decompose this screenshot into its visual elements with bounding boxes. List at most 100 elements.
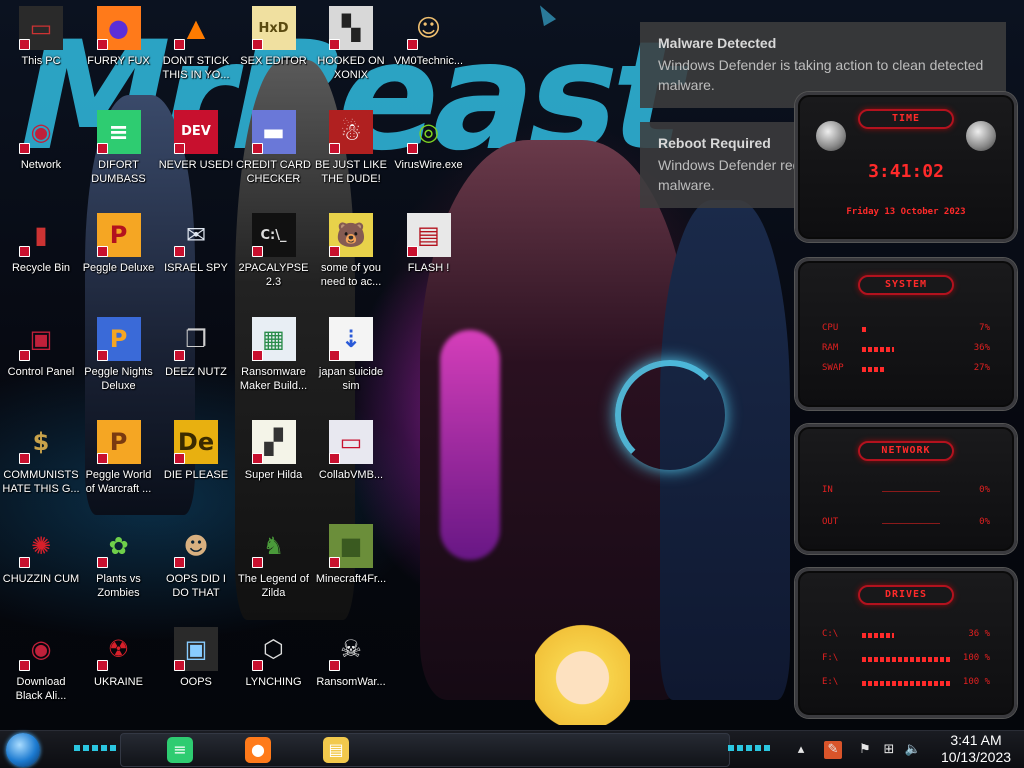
app-icon: ☠ [329,627,373,671]
shortcut-badge-icon [329,39,340,50]
desktop-icon-furry-fux[interactable]: ● FURRY FUX [80,0,158,100]
shortcut-badge-icon [96,556,108,568]
app-icon: ❐ [174,317,218,361]
desktop-icon-israel-spy[interactable]: ✉ ISRAEL SPY [157,207,235,307]
desktop-icon-flash[interactable]: ▤ FLASH ! [390,207,468,307]
desktop-icon-vm0technic[interactable]: ☺ VM0Technic... [390,0,468,100]
desktop-icon-this-pc[interactable]: ▭ This PC [2,0,80,100]
desktop-icon-japan-suicide-sim[interactable]: ⇣ japan suicide sim [312,311,390,411]
desktop-icon-lynching[interactable]: ⬡ LYNCHING [235,621,313,721]
desktop-icon-ransomware-maker-build[interactable]: ▦ Ransomware Maker Build... [235,311,313,411]
network-icon[interactable]: ⊞ [880,741,898,759]
volume-icon[interactable]: 🔈 [904,741,922,759]
widget-row-value: 27% [973,363,990,373]
shortcut-badge-icon [251,660,263,671]
shortcut-badge-icon [251,142,263,154]
taskbar-file-explorer-button[interactable]: ▤ [318,734,354,766]
desktop-icon-communists-hate-this-g[interactable]: $ COMMUNISTS HATE THIS G... [2,414,80,514]
taskbar-app-green-button[interactable]: ≡ [162,734,198,766]
desktop-icon-label: Ransomware Maker Build... [239,365,308,392]
desktop-icon-label: This PC [21,55,61,67]
usage-bar-fill [862,347,894,352]
chevron-up-icon[interactable]: ▴ [792,741,810,759]
desktop-icon-be-just-like-the-dude[interactable]: ☃ BE JUST LIKE THE DUDE! [312,104,390,204]
desktop-icon-label: japan suicide sim [318,365,384,392]
desktop-icon-label: OOPS DID I DO THAT [166,572,226,599]
widget-row-value: 0% [979,485,990,495]
widget-row-label: SWAP [822,363,844,373]
desktop-icon-never-used[interactable]: DEV NEVER USED! [157,104,235,204]
widget-time[interactable]: TIME 3:41:02 Friday 13 October 2023 [795,92,1017,242]
usage-bar-fill [862,367,886,372]
desktop-icon-minecraft4fr[interactable]: ■ Minecraft4Fr... [312,518,390,618]
desktop-icon-hooked-on-xonix[interactable]: ▚ HOOKED ON XONIX [312,0,390,100]
app-icon: ■ [329,523,373,568]
app-icon: ▤ [406,213,451,257]
widget-row-label: IN [822,485,833,495]
flag-icon[interactable]: ⚑ [856,741,874,759]
desktop-icon-viruswire-exe[interactable]: ◎ VirusWire.exe [390,104,468,204]
desktop-icon-recycle-bin[interactable]: ▮ Recycle Bin [2,207,80,307]
taskbar-firefox-button[interactable]: ● [240,734,276,766]
desktop-icon-plants-vs-zombies[interactable]: ✿ Plants vs Zombies [80,518,158,618]
desktop-icon-oops-did-i-do-that[interactable]: ☻ OOPS DID I DO THAT [157,518,235,618]
app-icon: ▭ [19,6,63,50]
tray-app-icon[interactable]: ✎ [824,741,842,759]
widget-time-value: 3:41:02 [868,161,944,182]
desktop-icon-super-hilda[interactable]: ▞ Super Hilda [235,414,313,514]
app-icon: DEV [174,109,218,154]
desktop-icon-label: some of you need to ac... [320,262,382,288]
desktop-icon-deez-nutz[interactable]: ❐ DEEZ NUTZ [157,311,235,411]
desktop-icon-label: CHUZZIN CUM [2,572,80,585]
taskbar-clock[interactable]: 3:41 AM 10/13/2023 [934,732,1018,766]
desktop-icon-dont-stick-this-in-yo[interactable]: ▲ DONT STICK THIS IN YO... [157,0,235,100]
usage-bar-fill [862,681,950,686]
app-icon: ✉ [174,213,218,257]
widget-system[interactable]: SYSTEM CPU 7% RAM 36% SWAP 27% [795,258,1017,410]
desktop-icon-die-please[interactable]: De DIE PLEASE [157,414,235,514]
desktop-icon-label: DEEZ NUTZ [165,365,227,378]
notification-body: Windows Defender is taking action to cle… [658,57,984,93]
desktop-icon-chuzzin-cum[interactable]: ✺ CHUZZIN CUM [2,518,80,618]
desktop-icon-peggle-deluxe[interactable]: P Peggle Deluxe [80,207,158,307]
desktop-icon-ukraine[interactable]: ☢ UKRAINE [80,621,158,721]
desktop-icon-control-panel[interactable]: ▣ Control Panel [2,311,80,411]
desktop-icon-label: NEVER USED! [158,158,234,171]
desktop-icon-some-of-you-need-to-ac[interactable]: 🐻 some of you need to ac... [312,207,390,307]
start-button[interactable] [6,733,40,767]
desktop-icon-download-black-ali[interactable]: ◉ Download Black Ali... [2,621,80,721]
widget-drives[interactable]: DRIVES C:\ 36 % F:\ 100 % E:\ 100 % [795,568,1017,718]
desktop-icon-label: VirusWire.exe [394,158,463,171]
desktop-icon-sex-editor[interactable]: HxD SEX EDITOR [235,0,313,100]
desktop[interactable]: MrBeast ▭ This PC ● FURRY FUX ▲ DONT STICK TH… [0,0,1024,730]
shortcut-badge-icon [329,660,340,671]
shortcut-badge-icon [19,246,30,257]
desktop-icon-peggle-world-of-warcraft[interactable]: P Peggle World of Warcraft ... [80,414,158,514]
desktop-icon-credit-card-checker[interactable]: ▬ CREDIT CARD CHECKER [235,104,313,204]
wallpaper-pink-glow [440,330,500,560]
desktop-icon-the-legend-of-zilda[interactable]: ♞ The Legend of Zilda [235,518,313,618]
desktop-icon-label: Recycle Bin [11,262,71,274]
shortcut-badge-icon [96,453,108,464]
app-icon: P [96,213,141,257]
widget-row-label: F:\ [822,653,839,663]
widget-row-value: 100 % [962,677,990,687]
desktop-icon-ransomwar[interactable]: ☠ RansomWar... [312,621,390,721]
desktop-icon-collabvmb[interactable]: ▭ CollabVMB... [312,414,390,514]
shortcut-badge-icon [96,246,108,257]
widget-date-value: Friday 13 October 2023 [846,207,966,217]
widget-row-value: 7% [979,323,990,333]
usage-bar [862,367,950,372]
desktop-icon-network[interactable]: ◉ Network [2,104,80,204]
app-icon: HxD [251,6,296,50]
desktop-icon-difort-dumbass[interactable]: ≡ DIFORT DUMBASS [80,104,158,204]
widget-network[interactable]: NETWORK IN 0% OUT 0% [795,424,1017,554]
desktop-icon-oops[interactable]: ▣ OOPS [157,621,235,721]
desktop-icon-2pacalypse-2-3[interactable]: C:\_ 2PACALYPSE 2.3 [235,207,313,307]
shortcut-badge-icon [329,349,340,361]
shortcut-badge-icon [96,142,108,154]
shortcut-badge-icon [251,39,263,50]
desktop-icon-label: DIFORT DUMBASS [91,158,146,185]
desktop-icon-label: DIE PLEASE [163,469,229,481]
desktop-icon-peggle-nights-deluxe[interactable]: P Peggle Nights Deluxe [80,311,158,411]
